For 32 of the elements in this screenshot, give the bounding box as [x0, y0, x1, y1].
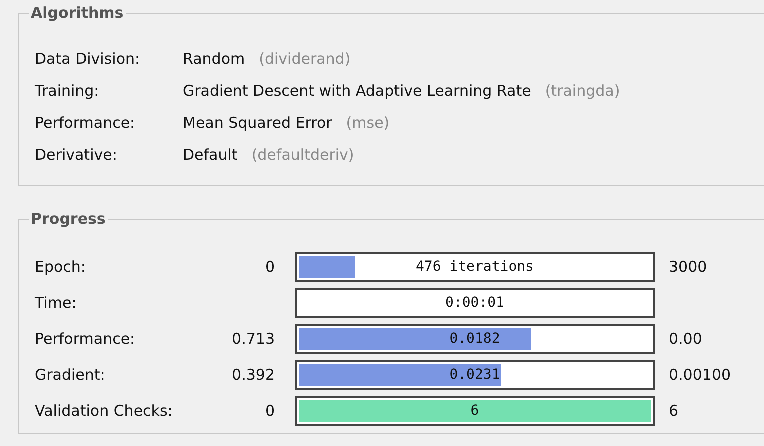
group-title: Algorithms [30, 6, 125, 21]
field-label: Performance: [35, 328, 136, 350]
progress-reading: 0.0231 [448, 366, 502, 384]
group-title: Progress [30, 212, 107, 227]
field-label: Validation Checks: [35, 400, 174, 422]
field-label: Derivative: [35, 144, 118, 166]
field-label: Data Division: [35, 48, 142, 70]
function-name: (traingda) [545, 80, 620, 102]
progress-reading: 0.0182 [448, 330, 502, 348]
max-value: 6 [669, 400, 679, 422]
function-name: (mse) [346, 112, 390, 134]
function-name: (defaultderiv) [252, 144, 354, 166]
progress-reading: 476 iterations [414, 258, 535, 276]
max-value: 0.00 [669, 328, 702, 350]
field-label: Training: [35, 80, 100, 102]
progress-reading: 6 [470, 402, 480, 420]
max-value: 3000 [669, 256, 708, 278]
field-label: Epoch: [35, 256, 87, 278]
field-value: Random [183, 48, 246, 70]
min-value: 0.392 [231, 364, 275, 386]
min-value: 0 [264, 400, 275, 422]
min-value: 0.713 [231, 328, 275, 350]
max-value: 0.00100 [669, 364, 732, 386]
field-value: Default [183, 144, 238, 166]
min-value: 0 [264, 256, 275, 278]
field-label: Performance: [35, 112, 136, 134]
field-value: Gradient Descent with Adaptive Learning Rate [183, 80, 532, 102]
field-value: Mean Squared Error [183, 112, 332, 134]
progress-reading: 0:00:01 [444, 294, 506, 312]
field-label: Time: [35, 292, 78, 314]
function-name: (dividerand) [259, 48, 351, 70]
field-label: Gradient: [35, 364, 106, 386]
